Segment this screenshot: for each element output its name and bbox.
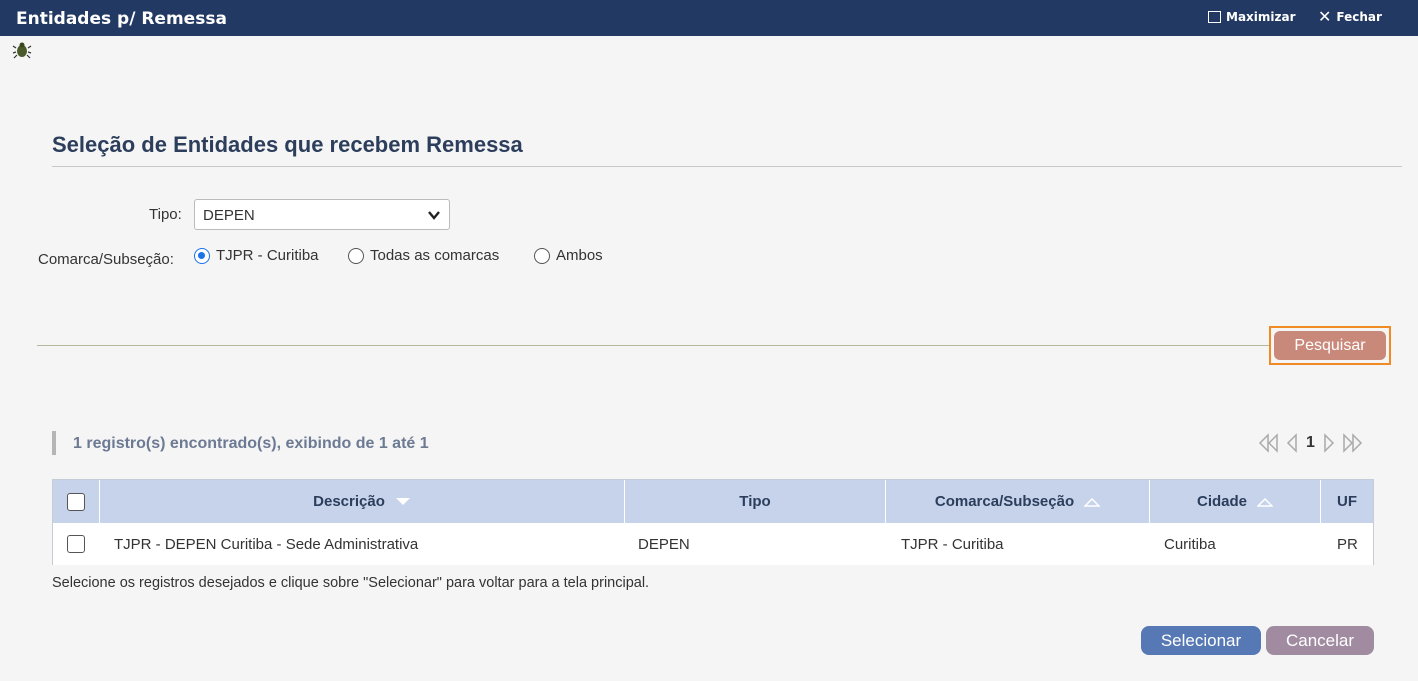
close-label: Fechar <box>1336 10 1382 24</box>
results-table: Descrição Tipo Comarca/Subseção Cidade U… <box>52 479 1374 565</box>
results-summary: 1 registro(s) encontrado(s), exibindo de… <box>73 435 429 452</box>
column-label: Descrição <box>313 493 385 510</box>
column-label: Comarca/Subseção <box>934 493 1075 510</box>
radio-button-checked[interactable] <box>194 247 210 264</box>
sort-asc-icon <box>1084 497 1101 507</box>
cell-tipo: DEPEN <box>638 535 690 553</box>
radio-button[interactable] <box>348 247 364 264</box>
pagination: 1 <box>1258 433 1363 453</box>
search-divider <box>37 345 1269 346</box>
column-header-tipo[interactable]: Tipo <box>625 480 886 523</box>
section-divider <box>52 166 1402 167</box>
select-button[interactable]: Selecionar <box>1141 626 1261 655</box>
cell-uf: PR <box>1337 535 1358 553</box>
cell-comarca: TJPR - Curitiba <box>901 535 1004 553</box>
radio-button[interactable] <box>534 247 550 264</box>
column-label: UF <box>1337 493 1357 510</box>
search-button-focus-ring: Pesquisar <box>1269 326 1391 365</box>
window-title: Entidades p/ Remessa <box>16 9 227 29</box>
tipo-label: Tipo: <box>149 206 182 223</box>
column-label: Tipo <box>739 493 771 510</box>
section-title: Seleção de Entidades que recebem Remessa <box>52 132 523 157</box>
cell-descricao: TJPR - DEPEN Curitiba - Sede Administrat… <box>114 535 419 553</box>
radio-label: Todas as comarcas <box>370 247 500 264</box>
column-header-descricao[interactable]: Descrição <box>100 480 625 523</box>
radio-ambos[interactable]: Ambos <box>534 247 603 264</box>
header-select-all-cell <box>53 480 100 523</box>
cancel-button[interactable]: Cancelar <box>1266 626 1374 655</box>
close-button[interactable]: ✕ Fechar <box>1318 7 1382 26</box>
search-button[interactable]: Pesquisar <box>1274 331 1386 360</box>
prev-page-icon[interactable] <box>1286 433 1298 453</box>
table-row[interactable]: TJPR - DEPEN Curitiba - Sede Administrat… <box>53 523 1373 565</box>
column-header-uf[interactable]: UF <box>1321 480 1373 523</box>
row-checkbox[interactable] <box>67 535 85 553</box>
select-all-checkbox[interactable] <box>67 492 85 511</box>
radio-label: Ambos <box>556 247 603 264</box>
next-page-icon[interactable] <box>1323 433 1335 453</box>
last-page-icon[interactable] <box>1341 433 1363 453</box>
first-page-icon[interactable] <box>1258 433 1280 453</box>
radio-tjpr-curitiba[interactable]: TJPR - Curitiba <box>194 247 319 264</box>
close-icon: ✕ <box>1318 7 1332 26</box>
maximize-button[interactable]: Maximizar <box>1208 10 1296 24</box>
maximize-label: Maximizar <box>1226 10 1296 24</box>
bug-icon[interactable] <box>12 40 32 60</box>
column-label: Cidade <box>1196 493 1247 510</box>
tipo-select[interactable]: DEPEN <box>194 199 450 230</box>
window-titlebar: Entidades p/ Remessa Maximizar ✕ Fechar <box>0 0 1418 36</box>
sort-desc-icon <box>395 497 410 505</box>
chevron-down-icon <box>428 211 440 220</box>
comarca-label: Comarca/Subseção: <box>38 251 174 268</box>
column-header-cidade[interactable]: Cidade <box>1150 480 1321 523</box>
results-accent-bar <box>52 431 56 455</box>
maximize-icon <box>1208 11 1221 23</box>
tipo-select-value: DEPEN <box>203 207 255 224</box>
cell-cidade: Curitiba <box>1164 535 1216 553</box>
radio-label: TJPR - Curitiba <box>216 247 319 264</box>
column-header-comarca[interactable]: Comarca/Subseção <box>886 480 1150 523</box>
sort-asc-icon <box>1257 497 1273 507</box>
row-checkbox-cell <box>67 523 85 565</box>
current-page: 1 <box>1306 434 1315 451</box>
radio-todas-comarcas[interactable]: Todas as comarcas <box>348 247 499 264</box>
instruction-text: Selecione os registros desejados e cliqu… <box>52 575 650 591</box>
table-header: Descrição Tipo Comarca/Subseção Cidade U… <box>53 480 1373 523</box>
